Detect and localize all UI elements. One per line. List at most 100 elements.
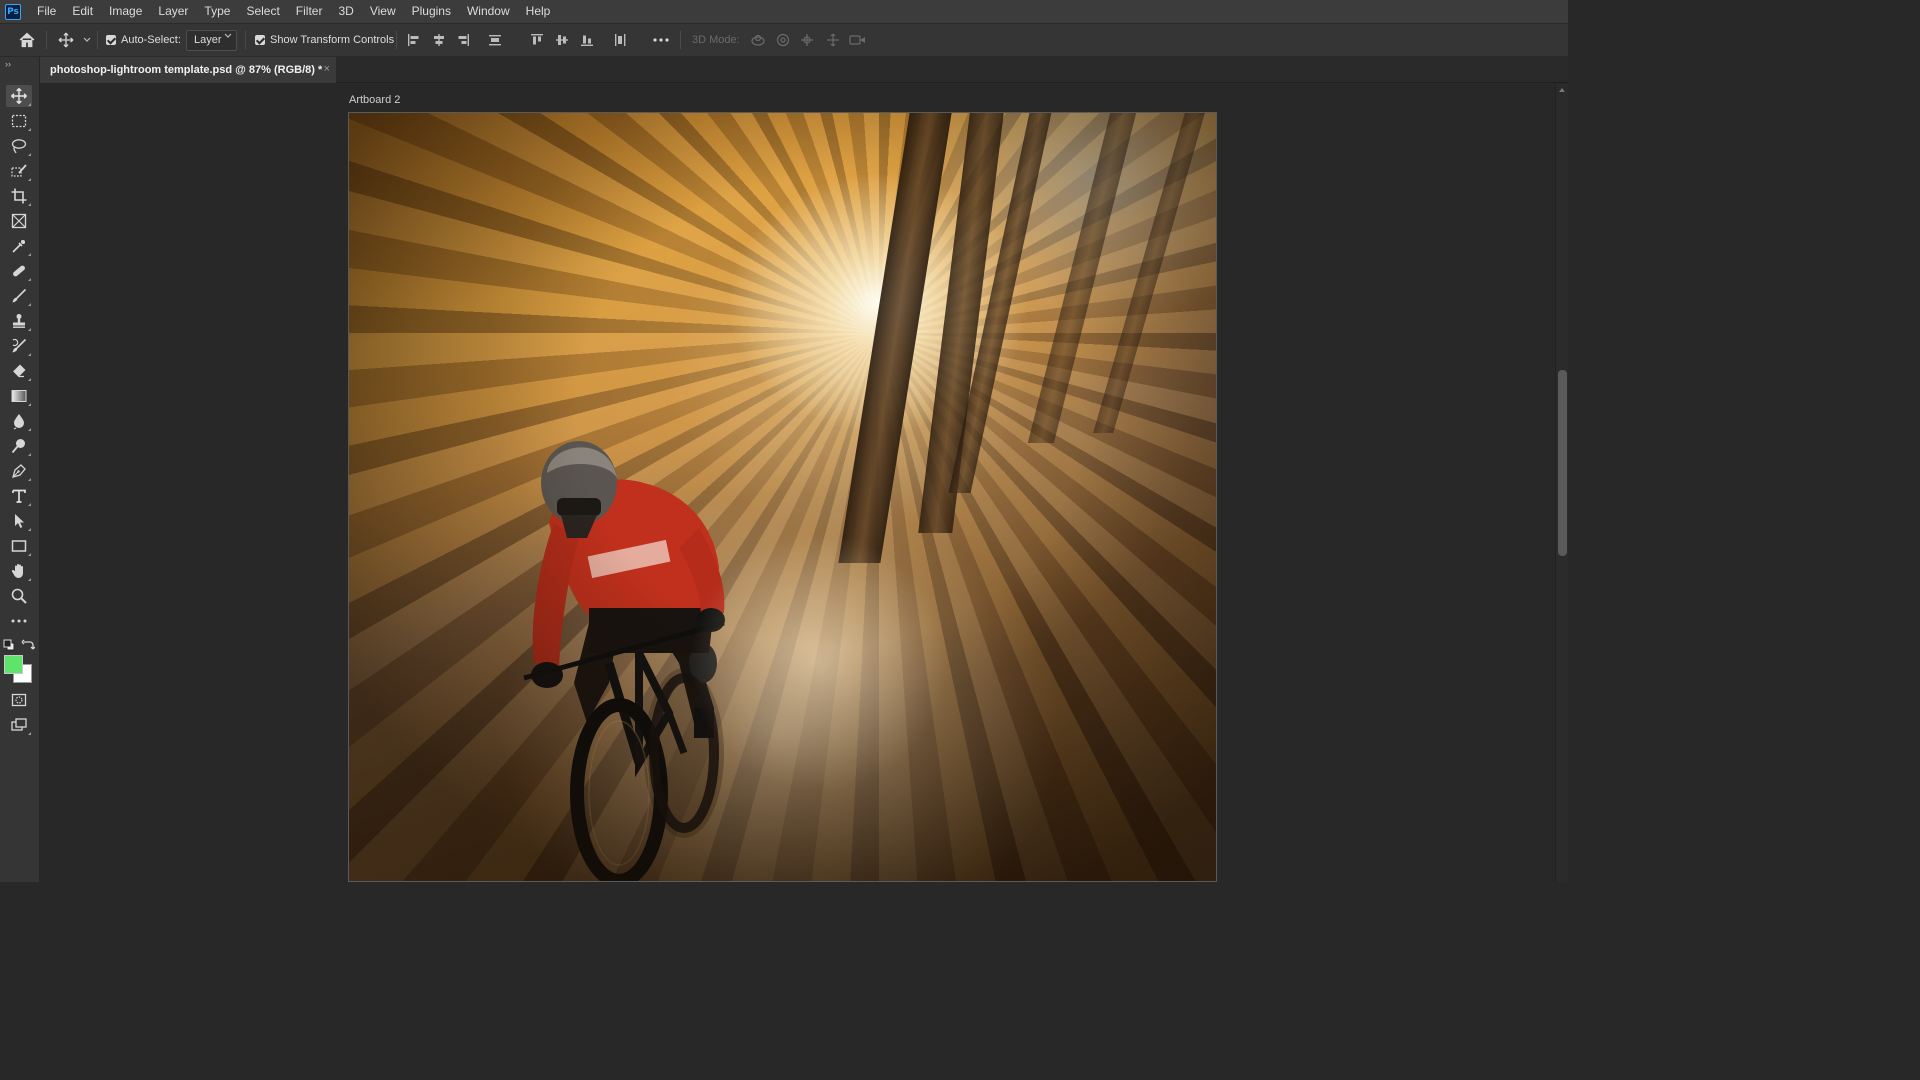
home-icon [19, 32, 35, 48]
eraser-tool[interactable] [6, 360, 32, 382]
canvas-area[interactable]: Artboard 2 [40, 84, 1555, 882]
zoom-tool[interactable] [6, 585, 32, 607]
align-bottom-edges-button[interactable] [578, 24, 596, 56]
artboard-label[interactable]: Artboard 2 [349, 94, 400, 106]
quick-mask-icon [11, 693, 27, 707]
tool-group-indicator [28, 503, 31, 506]
lasso-tool[interactable] [6, 135, 32, 157]
menu-filter[interactable]: Filter [288, 0, 331, 23]
spot-healing-brush-tool[interactable] [6, 260, 32, 282]
quick-mask-button[interactable] [6, 689, 32, 711]
menu-help[interactable]: Help [518, 0, 559, 23]
menu-layer[interactable]: Layer [150, 0, 196, 23]
blur-tool[interactable] [6, 410, 32, 432]
swap-arrow-icon [21, 639, 36, 650]
edit-toolbar-button[interactable] [6, 610, 32, 632]
separator [97, 31, 98, 49]
rectangular-marquee-tool[interactable] [6, 110, 32, 132]
brush-icon [12, 288, 27, 303]
auto-select-toggle[interactable]: Auto-Select: [106, 24, 181, 56]
menu-file[interactable]: File [33, 0, 64, 23]
menu-3d[interactable]: 3D [330, 0, 361, 23]
magnifier-icon [11, 588, 27, 604]
auto-select-label: Auto-Select: [121, 34, 181, 46]
orbit-3d-button[interactable] [748, 24, 768, 56]
tool-group-indicator [28, 732, 31, 735]
align-top-edges-button[interactable] [528, 24, 546, 56]
object-selection-tool[interactable] [6, 160, 32, 182]
photoshop-logo-icon[interactable]: Ps [5, 3, 21, 20]
roll-3d-button[interactable] [773, 24, 793, 56]
auto-select-target[interactable]: Layer [186, 24, 237, 56]
move-tool[interactable] [6, 85, 32, 107]
scroll-up-arrow-icon[interactable] [1559, 88, 1565, 92]
screen-mode-button[interactable] [6, 714, 32, 736]
auto-select-checkbox[interactable] [106, 35, 116, 45]
menu-image[interactable]: Image [101, 0, 150, 23]
history-brush-tool[interactable] [6, 335, 32, 357]
eraser-icon [13, 364, 26, 378]
tool-group-indicator [28, 553, 31, 556]
foreground-color-swatch[interactable] [4, 655, 23, 674]
home-button[interactable] [14, 24, 40, 56]
menu-plugins[interactable]: Plugins [404, 0, 459, 23]
path-selection-tool[interactable] [6, 510, 32, 532]
rectangle-tool[interactable] [6, 535, 32, 557]
scrollbar-thumb[interactable] [1558, 370, 1567, 556]
gradient-tool[interactable] [6, 385, 32, 407]
frame-icon [11, 213, 27, 229]
tool-group-indicator [28, 328, 31, 331]
tool-group-indicator [28, 278, 31, 281]
scale-3d-button[interactable] [847, 24, 869, 56]
more-tools-icon [11, 619, 27, 623]
clone-stamp-tool[interactable] [6, 310, 32, 332]
hand-tool[interactable] [6, 560, 32, 582]
menu-view[interactable]: View [362, 0, 404, 23]
tool-group-indicator [28, 303, 31, 306]
align-middle-icon [556, 35, 568, 45]
align-left-icon [408, 34, 419, 46]
distribute-vertical-button[interactable] [486, 24, 504, 56]
more-options-button[interactable] [650, 24, 672, 56]
menu-select[interactable]: Select [238, 0, 287, 23]
brush-tool[interactable] [6, 285, 32, 307]
tool-group-indicator [28, 203, 31, 206]
dodge-tool[interactable] [6, 435, 32, 457]
vertical-scrollbar[interactable] [1555, 84, 1568, 882]
swap-colors-button[interactable] [21, 638, 36, 652]
menu-type[interactable]: Type [196, 0, 238, 23]
align-horizontal-centers-button[interactable] [430, 24, 448, 56]
gradient-icon [11, 390, 27, 402]
crop-tool[interactable] [6, 185, 32, 207]
orbit-3d-icon [751, 34, 765, 46]
dodge-icon [11, 439, 25, 454]
pen-tool[interactable] [6, 460, 32, 482]
close-tab-icon[interactable]: × [324, 63, 330, 75]
show-transform-checkbox[interactable] [255, 35, 265, 45]
distribute-horizontal-button[interactable] [611, 24, 629, 56]
pan-3d-button[interactable] [797, 24, 817, 56]
layer-dropdown[interactable]: Layer [186, 29, 237, 51]
distribute-icon [489, 35, 501, 46]
menu-edit[interactable]: Edit [64, 0, 101, 23]
document-tab[interactable]: photoshop-lightroom template.psd @ 87% (… [40, 57, 336, 83]
roll-3d-icon [776, 33, 790, 47]
align-vertical-centers-button[interactable] [553, 24, 571, 56]
preset-dropdown-arrow[interactable] [80, 24, 94, 56]
move-tool-preset-button[interactable] [55, 24, 77, 56]
show-transform-toggle[interactable]: Show Transform Controls [255, 24, 394, 56]
pen-nib-icon [12, 464, 26, 478]
tool-group-indicator [28, 128, 31, 131]
eyedropper-tool[interactable] [6, 235, 32, 257]
artboard-image[interactable] [348, 112, 1217, 882]
align-left-edges-button[interactable] [405, 24, 423, 56]
type-tool[interactable] [6, 485, 32, 507]
default-colors-button[interactable] [3, 639, 15, 651]
tool-group-indicator [28, 428, 31, 431]
expand-panel-icon[interactable]: ›› [5, 59, 11, 69]
align-right-edges-button[interactable] [454, 24, 472, 56]
frame-tool[interactable] [6, 210, 32, 232]
slide-3d-icon [827, 33, 839, 47]
menu-window[interactable]: Window [459, 0, 518, 23]
slide-3d-button[interactable] [823, 24, 843, 56]
